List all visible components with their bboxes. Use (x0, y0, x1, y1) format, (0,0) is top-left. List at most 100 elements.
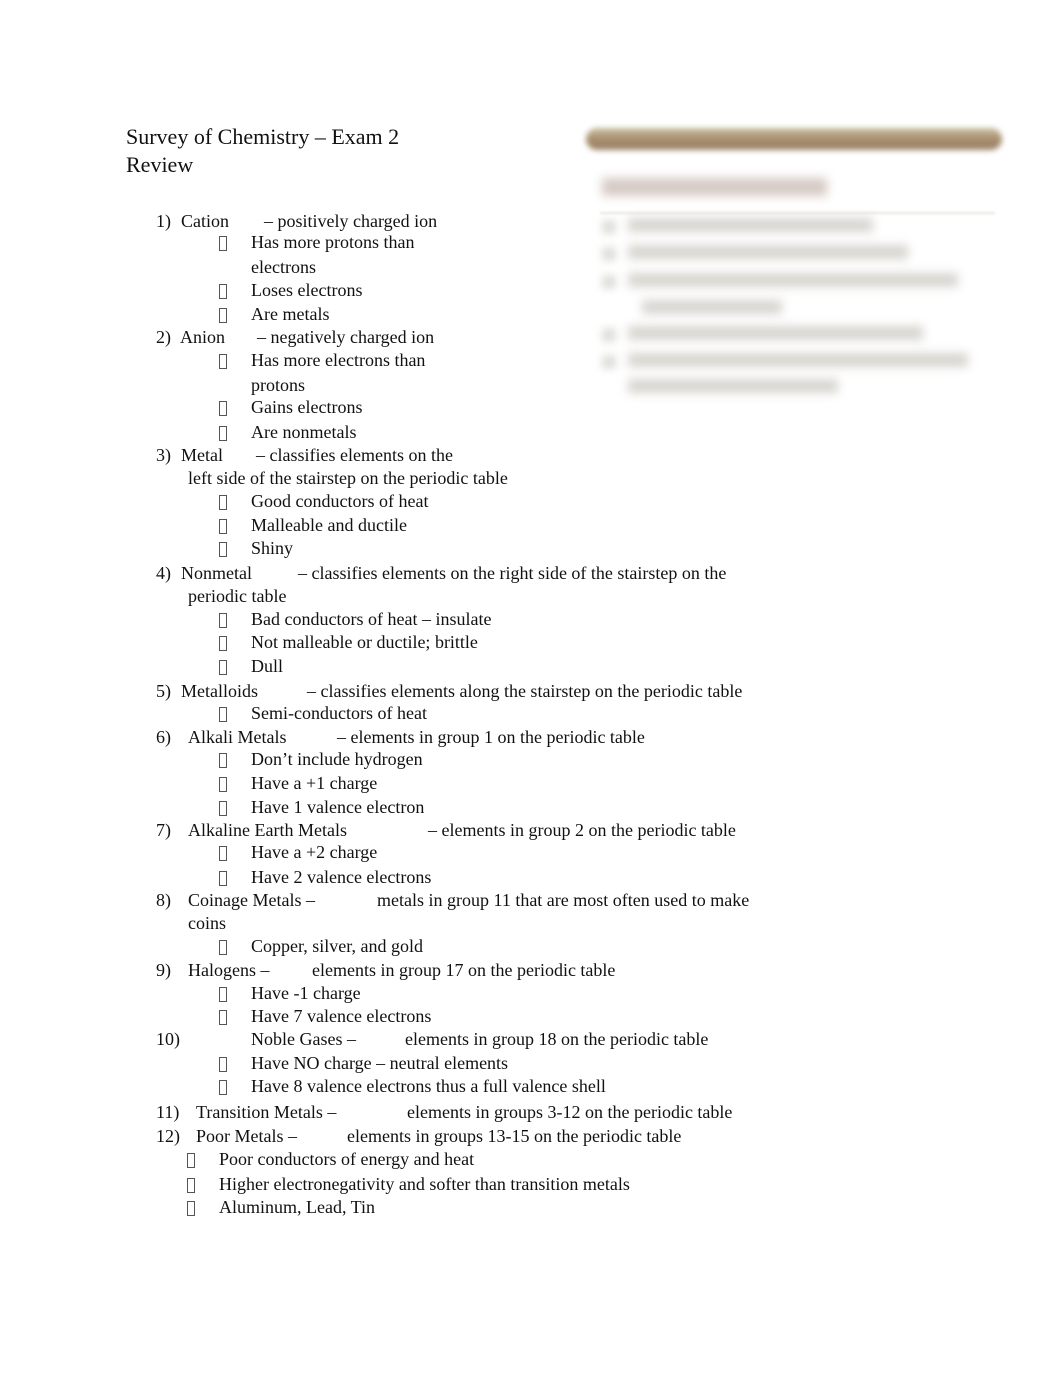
list-item-number: 10) (156, 1029, 180, 1049)
bullet-text: Gains electrons (251, 397, 363, 417)
square-bullet-icon (219, 426, 227, 441)
square-bullet-icon (219, 1080, 227, 1095)
bullet-text: Have 7 valence electrons (251, 1006, 432, 1026)
list-item-number: 1) (156, 211, 171, 231)
list-item-term: Poor Metals – (196, 1126, 297, 1146)
list-item-definition-cont: left side of the stairstep on the period… (188, 468, 508, 488)
slide-bullet (602, 328, 616, 342)
slide-text-line (642, 300, 782, 314)
square-bullet-icon (219, 613, 227, 628)
bullet-text: Have 8 valence electrons thus a full val… (251, 1076, 606, 1096)
bullet-text: Have a +1 charge (251, 773, 378, 793)
list-item-term: Alkaline Earth Metals (188, 820, 347, 840)
bullet-text: electrons (251, 257, 316, 277)
square-bullet-icon (219, 519, 227, 534)
square-bullet-icon (187, 1178, 195, 1193)
list-item-definition: elements in group 18 on the periodic tab… (405, 1029, 709, 1049)
square-bullet-icon (219, 660, 227, 675)
list-item-term: Halogens – (188, 960, 270, 980)
list-item-definition-cont: coins (188, 913, 226, 933)
list-item-number: 9) (156, 960, 171, 980)
document-title-line-2: Review (126, 152, 194, 177)
square-bullet-icon (187, 1153, 195, 1168)
slide-heading (602, 178, 827, 196)
square-bullet-icon (219, 846, 227, 861)
bullet-text: Aluminum, Lead, Tin (219, 1197, 376, 1217)
list-item-definition: metals in group 11 that are most often u… (377, 890, 750, 910)
slide-text-line (628, 273, 958, 287)
list-item-definition: – classifies elements along the stairste… (307, 681, 743, 701)
bullet-text: Semi-conductors of heat (251, 703, 427, 723)
list-item-term: Transition Metals – (196, 1102, 337, 1122)
slide-text-line (628, 379, 838, 393)
list-item-number: 6) (156, 727, 171, 747)
bullet-text: Are nonmetals (251, 422, 357, 442)
slide-bullet (602, 275, 616, 289)
square-bullet-icon (219, 987, 227, 1002)
list-item-definition: elements in group 17 on the periodic tab… (312, 960, 616, 980)
list-item-term: Noble Gases – (251, 1029, 356, 1049)
square-bullet-icon (187, 1201, 195, 1216)
square-bullet-icon (219, 636, 227, 651)
list-item-number: 12) (156, 1126, 180, 1146)
list-item-definition: – classifies elements on the right side … (298, 563, 727, 583)
list-item-term: Coinage Metals – (188, 890, 315, 910)
bullet-text: Poor conductors of energy and heat (219, 1149, 475, 1169)
bullet-text: Shiny (251, 538, 294, 558)
list-item-number: 8) (156, 890, 171, 910)
bullet-text: Loses electrons (251, 280, 363, 300)
list-item-number: 3) (156, 445, 171, 465)
square-bullet-icon (219, 777, 227, 792)
list-item-definition-cont: periodic table (188, 586, 287, 606)
square-bullet-icon (219, 236, 227, 251)
bullet-text: Have -1 charge (251, 983, 361, 1003)
list-item-term: Nonmetal (181, 563, 252, 583)
list-item-number: 5) (156, 681, 171, 701)
list-item-term: Metal (181, 445, 223, 465)
bullet-text: Has more electrons than (251, 350, 426, 370)
bullet-text: Have NO charge – neutral elements (251, 1053, 509, 1073)
bullet-text: protons (251, 375, 305, 395)
bullet-text: Copper, silver, and gold (251, 936, 424, 956)
square-bullet-icon (219, 753, 227, 768)
slide-header-bar (586, 128, 1002, 150)
square-bullet-icon (219, 284, 227, 299)
bullet-text: Have 2 valence electrons (251, 867, 432, 887)
bullet-text: Bad conductors of heat – insulate (251, 609, 492, 629)
square-bullet-icon (219, 707, 227, 722)
slide-text-line (628, 245, 908, 259)
bullet-text: Don’t include hydrogen (251, 749, 423, 769)
list-item-definition: – positively charged ion (264, 211, 438, 231)
square-bullet-icon (219, 1057, 227, 1072)
list-item-number: 4) (156, 563, 171, 583)
square-bullet-icon (219, 495, 227, 510)
bullet-text: Not malleable or ductile; brittle (251, 632, 478, 652)
square-bullet-icon (219, 871, 227, 886)
slide-bullet (602, 355, 616, 369)
bullet-text: Dull (251, 656, 284, 676)
slide-text-line (628, 218, 873, 232)
list-item-definition: – negatively charged ion (257, 327, 435, 347)
slide-bullet (602, 247, 616, 261)
list-item-number: 2) (156, 327, 171, 347)
square-bullet-icon (219, 542, 227, 557)
square-bullet-icon (219, 801, 227, 816)
slide-divider (600, 212, 995, 214)
bullet-text: Higher electronegativity and softer than… (219, 1174, 630, 1194)
square-bullet-icon (219, 1010, 227, 1025)
bullet-text: Has more protons than (251, 232, 415, 252)
bullet-text: Good conductors of heat (251, 491, 429, 511)
list-item-term: Cation (181, 211, 229, 231)
list-item-definition: – elements in group 1 on the periodic ta… (337, 727, 645, 747)
list-item-term: Alkali Metals (188, 727, 287, 747)
square-bullet-icon (219, 354, 227, 369)
bullet-text: Have a +2 charge (251, 842, 378, 862)
bullet-text: Have 1 valence electron (251, 797, 425, 817)
list-item-definition: elements in groups 3-12 on the periodic … (407, 1102, 733, 1122)
list-item-term: Metalloids (181, 681, 258, 701)
bullet-text: Are metals (251, 304, 330, 324)
bullet-text: Malleable and ductile (251, 515, 407, 535)
square-bullet-icon (219, 401, 227, 416)
list-item-definition: – elements in group 2 on the periodic ta… (428, 820, 736, 840)
list-item-definition: elements in groups 13-15 on the periodic… (347, 1126, 682, 1146)
